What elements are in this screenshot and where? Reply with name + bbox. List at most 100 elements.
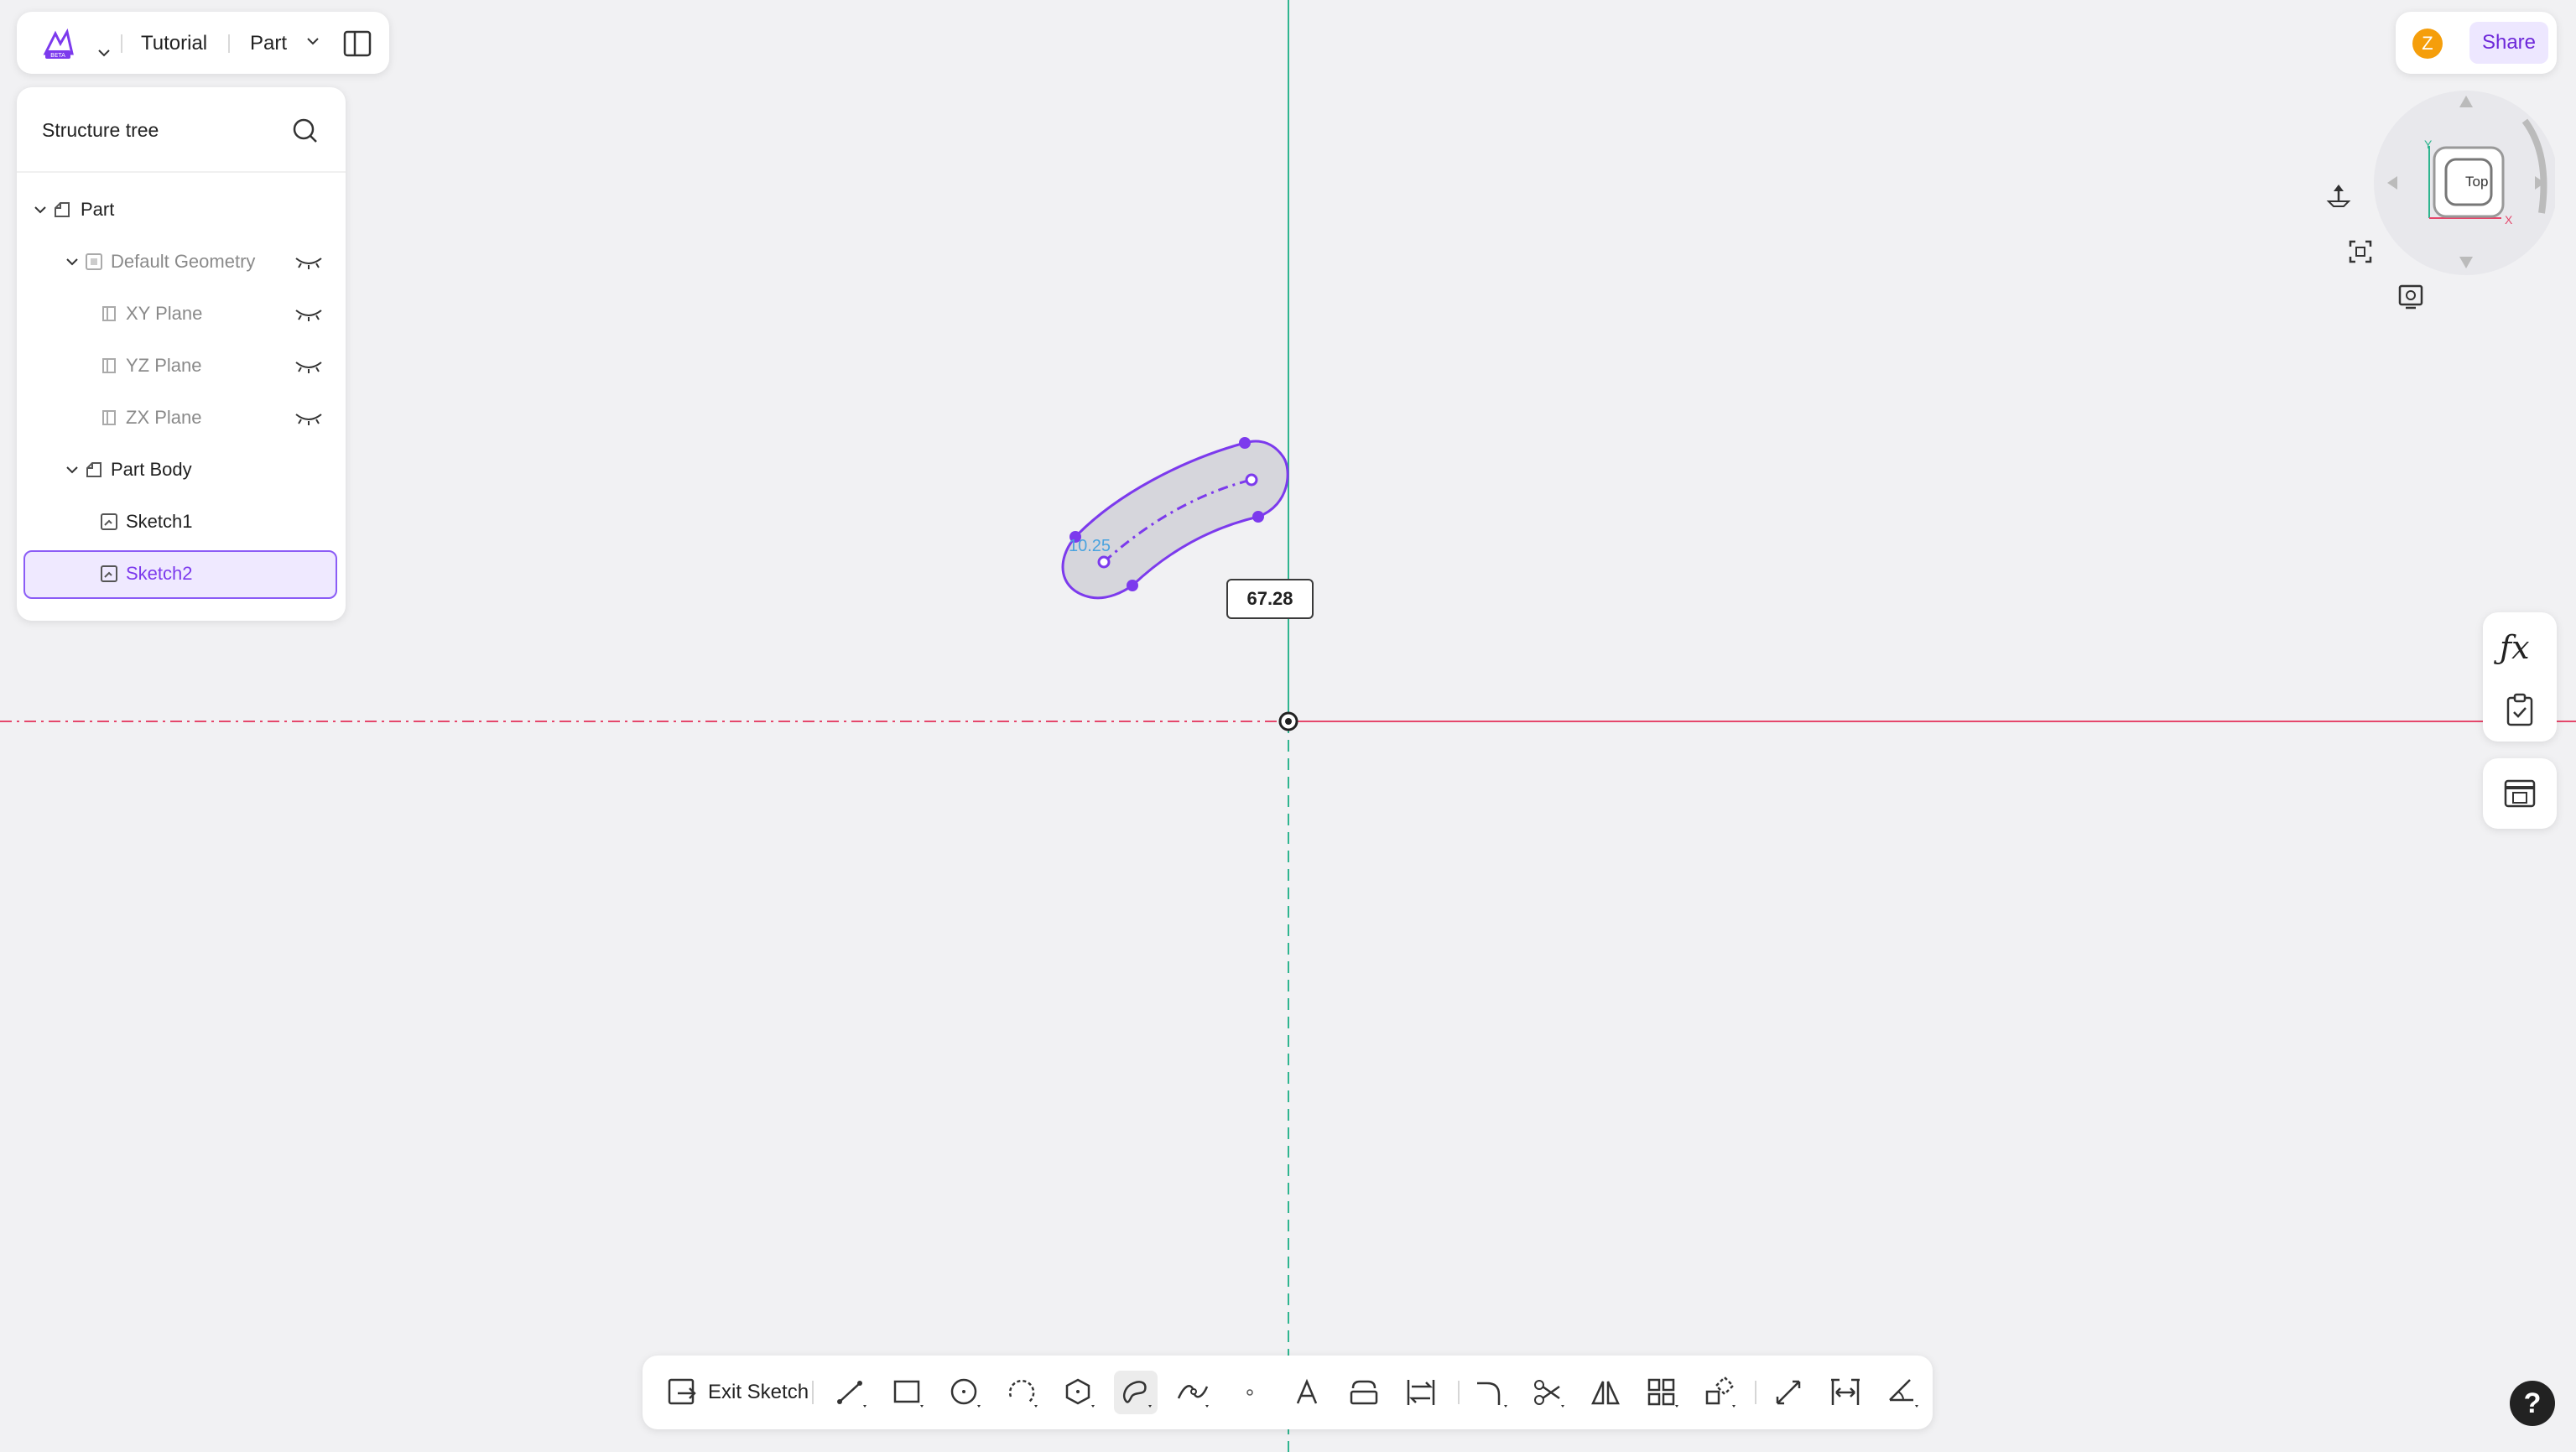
eye-closed-icon[interactable] [294, 409, 324, 426]
point-tool-button[interactable] [1228, 1371, 1272, 1414]
svg-text:BETA: BETA [50, 52, 65, 59]
trim-tool-button[interactable] [1527, 1371, 1570, 1414]
line-tool-button[interactable] [829, 1371, 872, 1414]
tree-item-label: XY Plane [126, 303, 203, 324]
slot-width-dimension[interactable]: 10.25 [1069, 537, 1111, 556]
point-tool-icon [1246, 1389, 1253, 1396]
line-tool-icon [837, 1381, 866, 1408]
polygon-tool-icon [1065, 1378, 1095, 1408]
chevron-down-icon[interactable] [32, 201, 49, 218]
axis-x-label: X [2505, 213, 2513, 226]
chevron-down-icon[interactable] [64, 253, 81, 270]
plane-icon [102, 306, 116, 321]
rectangle-tool-icon [893, 1380, 924, 1408]
part-body-icon [86, 462, 101, 477]
project-tool-button[interactable] [1399, 1371, 1443, 1414]
avatar[interactable]: Z [2412, 29, 2443, 59]
spline-tool-icon [1177, 1385, 1209, 1408]
chevron-down-icon[interactable] [306, 35, 320, 50]
tree-item-label: Part [81, 199, 115, 220]
view-cube-face-label[interactable]: Top [2465, 174, 2488, 190]
tree-item-yz-plane[interactable]: YZ Plane [17, 342, 346, 389]
formula-fx-icon[interactable]: ƒx [2500, 629, 2530, 666]
project-tool-icon [1407, 1380, 1435, 1405]
view-cube-graphic[interactable] [2370, 87, 2558, 280]
mirror-tool-icon [1591, 1381, 1620, 1405]
eye-closed-icon[interactable] [294, 253, 324, 270]
slot-end-point[interactable] [1127, 580, 1138, 591]
tree-item-sketch1[interactable]: Sketch1 [17, 498, 346, 545]
slot-tool-button[interactable] [1114, 1371, 1158, 1414]
display-mode-icon[interactable] [2396, 282, 2426, 312]
offset-tool-icon [1350, 1380, 1378, 1405]
sketch-icon [101, 565, 117, 582]
tree-item-part-body[interactable]: Part Body [17, 446, 346, 493]
document-title[interactable]: Tutorial [141, 32, 207, 55]
polygon-tool-button[interactable] [1057, 1371, 1101, 1414]
slot-end-point[interactable] [1239, 437, 1251, 449]
help-button[interactable]: ? [2510, 1381, 2555, 1426]
chevron-down-icon[interactable] [97, 44, 111, 63]
slot-tool-icon [1123, 1381, 1152, 1408]
mirror-tool-button[interactable] [1584, 1371, 1627, 1414]
circle-tool-button[interactable] [943, 1371, 986, 1414]
sketch-icon [101, 513, 117, 530]
axis-y-label: Y [2424, 138, 2433, 151]
tree-item-label: Sketch2 [126, 563, 193, 584]
view-cube-widget: Top Y X [2370, 87, 2558, 280]
dimension-tool-icon [1776, 1380, 1801, 1405]
constraint-tool-icon [1831, 1378, 1860, 1405]
table-view-icon[interactable] [2503, 778, 2537, 809]
exit-sketch-button[interactable]: Exit Sketch [666, 1376, 809, 1409]
zoom-fit-icon[interactable] [2345, 237, 2376, 267]
fillet-tool-icon [1477, 1382, 1507, 1408]
tree-item-label: Sketch1 [126, 511, 193, 532]
slot-center-point[interactable] [1097, 555, 1111, 569]
fillet-tool-button[interactable] [1470, 1371, 1513, 1414]
dimension-input[interactable]: 67.28 [1226, 579, 1314, 619]
angle-tool-button[interactable] [1881, 1371, 1924, 1414]
exit-sketch-icon [668, 1378, 696, 1405]
eye-closed-icon[interactable] [294, 305, 324, 322]
constraint-tool-button[interactable] [1824, 1371, 1867, 1414]
plane-icon [102, 358, 116, 373]
checklist-clipboard-icon[interactable] [2505, 693, 2535, 726]
search-icon[interactable] [290, 116, 320, 146]
tree-item-part[interactable]: Part [17, 186, 346, 233]
spline-tool-button[interactable] [1171, 1371, 1215, 1414]
mode-selector[interactable]: Part [250, 32, 287, 55]
sketch-toolbar: Exit Sketch [643, 1356, 1933, 1429]
eye-closed-icon[interactable] [294, 357, 324, 374]
tree-item-sketch2[interactable]: Sketch2 [17, 550, 346, 599]
pattern-tool-button[interactable] [1641, 1371, 1684, 1414]
arc-tool-icon [1008, 1379, 1038, 1408]
text-tool-button[interactable] [1285, 1371, 1329, 1414]
slot-end-point[interactable] [1252, 511, 1264, 523]
offset-tool-button[interactable] [1342, 1371, 1386, 1414]
tree-item-xy-plane[interactable]: XY Plane [17, 290, 346, 337]
sketch-canvas[interactable] [0, 0, 2576, 1452]
app-beta-logo-icon[interactable]: BETA [40, 25, 77, 62]
panel-toggle-icon[interactable] [342, 29, 372, 59]
chevron-down-icon[interactable] [64, 461, 81, 478]
angle-tool-icon [1889, 1379, 1918, 1408]
rectangle-tool-button[interactable] [886, 1371, 929, 1414]
tree-item-zx-plane[interactable]: ZX Plane [17, 394, 346, 441]
plane-icon [102, 410, 116, 425]
circle-tool-icon [950, 1378, 981, 1408]
structure-tree-title: Structure tree [42, 119, 159, 141]
table-panel [2483, 758, 2557, 829]
tree-item-default-geometry[interactable]: Default Geometry [17, 238, 346, 285]
top-header-bar: BETA Tutorial Part [17, 12, 389, 74]
divider [228, 34, 230, 53]
slot-center-point[interactable] [1245, 473, 1258, 487]
transform-tool-icon [1705, 1376, 1736, 1408]
divider [121, 34, 122, 53]
share-button[interactable]: Share [2469, 22, 2548, 64]
transform-tool-button[interactable] [1698, 1371, 1741, 1414]
normal-to-view-icon[interactable] [2324, 181, 2354, 211]
tree-item-label: YZ Plane [126, 355, 202, 376]
arc-tool-button[interactable] [1000, 1371, 1043, 1414]
part-icon [55, 202, 70, 217]
dimension-tool-button[interactable] [1767, 1371, 1810, 1414]
